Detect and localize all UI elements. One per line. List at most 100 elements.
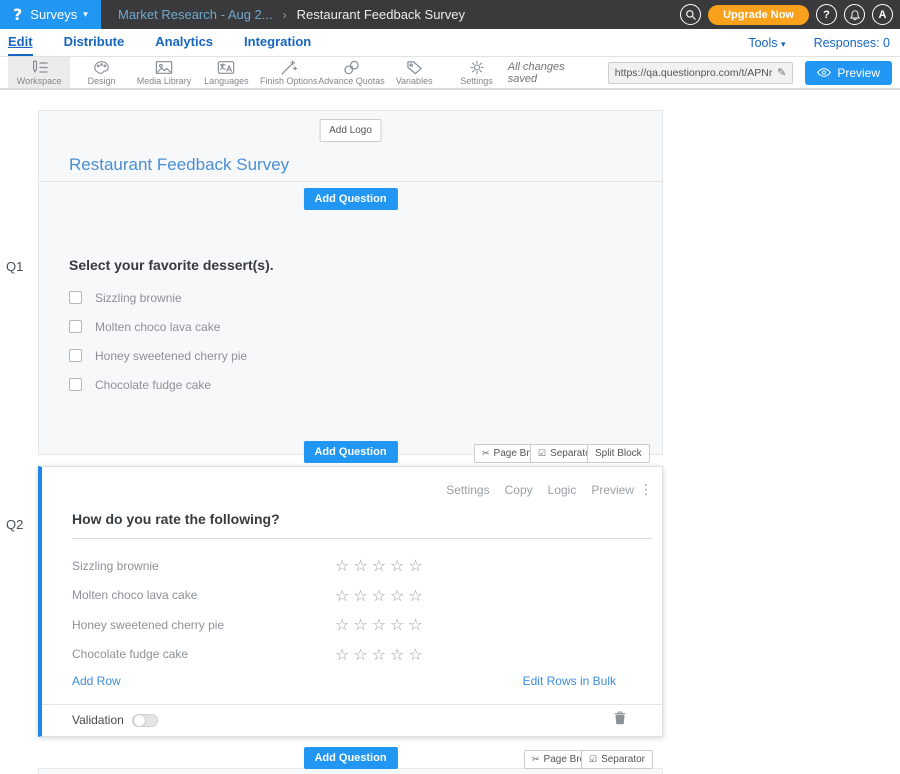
notifications-button[interactable] <box>844 4 865 25</box>
star-rating[interactable]: ☆☆☆☆☆ <box>335 645 427 664</box>
add-row-link[interactable]: Add Row <box>72 674 121 688</box>
chain-links-icon <box>343 60 360 75</box>
workspace-icon <box>30 60 48 75</box>
q1-options: Sizzling brownie Molten choco lava cake … <box>69 283 247 399</box>
help-button[interactable]: ? <box>816 4 837 25</box>
q2-matrix-rows: Sizzling brownie ☆☆☆☆☆ Molten choco lava… <box>72 551 652 669</box>
breadcrumb: Market Research - Aug 2... › Restaurant … <box>118 7 680 22</box>
checkbox[interactable] <box>69 320 82 333</box>
star-rating[interactable]: ☆☆☆☆☆ <box>335 615 427 634</box>
survey-title[interactable]: Restaurant Feedback Survey <box>69 155 289 175</box>
matrix-row: Molten choco lava cake ☆☆☆☆☆ <box>72 581 652 611</box>
q2-menu-item[interactable]: Logic <box>548 483 577 497</box>
divider <box>42 704 662 705</box>
insert-row-2: Add Question ✂Page Break ☑Separator <box>38 751 663 771</box>
row-label[interactable]: Honey sweetened cherry pie <box>72 618 335 632</box>
section-nav: Edit Distribute Analytics Integration To… <box>0 29 900 57</box>
question-number-q2: Q2 <box>6 517 23 532</box>
chevron-down-icon: ▾ <box>781 39 786 49</box>
toolbar-tab-advance-quotas[interactable]: Advance Quotas <box>320 57 383 88</box>
separator-button-2[interactable]: ☑Separator <box>581 750 653 769</box>
preview-button[interactable]: Preview <box>805 61 892 85</box>
validation-row: Validation <box>72 713 158 727</box>
checkbox-option[interactable]: Chocolate fudge cake <box>69 370 247 399</box>
survey-url-box: ✎ <box>608 62 794 84</box>
upgrade-now-button[interactable]: Upgrade Now <box>708 5 809 25</box>
q2-menu-item[interactable]: Copy <box>505 483 533 497</box>
toolbar-right: All changes saved ✎ Preview <box>508 57 900 88</box>
separator-icon: ☑ <box>589 754 597 765</box>
q1-question-text[interactable]: Select your favorite dessert(s). <box>69 257 274 273</box>
option-label: Sizzling brownie <box>95 291 182 305</box>
q2-menu-item[interactable]: Preview <box>591 483 634 497</box>
toolbar-tab-workspace[interactable]: Workspace <box>8 57 70 88</box>
survey-header-block: Add Logo Restaurant Feedback Survey Add … <box>38 110 663 455</box>
checkbox-option[interactable]: Molten choco lava cake <box>69 312 247 341</box>
checkbox[interactable] <box>69 349 82 362</box>
validation-label: Validation <box>72 713 124 727</box>
add-question-button-bottom[interactable]: Add Question <box>303 747 397 769</box>
validation-toggle[interactable] <box>132 714 158 727</box>
row-label[interactable]: Sizzling brownie <box>72 559 335 573</box>
edit-url-icon[interactable]: ✎ <box>777 66 786 79</box>
tab-analytics[interactable]: Analytics <box>155 29 213 56</box>
checkbox[interactable] <box>69 291 82 304</box>
separator-icon: ☑ <box>538 448 546 459</box>
checkbox-option[interactable]: Honey sweetened cherry pie <box>69 341 247 370</box>
matrix-row: Sizzling brownie ☆☆☆☆☆ <box>72 551 652 581</box>
q2-question-block[interactable]: Settings Copy Logic Preview ⋮ How do you ra… <box>38 466 663 737</box>
add-logo-button[interactable]: Add Logo <box>319 119 382 142</box>
tab-integration[interactable]: Integration <box>244 29 311 56</box>
eye-icon <box>817 67 831 78</box>
survey-url-input[interactable] <box>615 67 773 79</box>
more-options-icon[interactable]: ⋮ <box>639 481 653 498</box>
toolbar-tab-variables[interactable]: Variables <box>383 57 445 88</box>
account-avatar[interactable]: A <box>872 4 893 25</box>
image-icon <box>155 60 173 75</box>
option-label: Honey sweetened cherry pie <box>95 349 247 363</box>
palette-icon <box>93 60 110 75</box>
question-number-q1: Q1 <box>6 259 23 274</box>
tools-menu[interactable]: Tools ▾ <box>748 36 785 50</box>
translate-icon <box>217 60 235 75</box>
trash-icon <box>614 711 626 725</box>
row-label[interactable]: Molten choco lava cake <box>72 588 335 602</box>
search-button[interactable] <box>680 4 701 25</box>
product-label: Surveys <box>30 7 77 22</box>
breadcrumb-folder[interactable]: Market Research - Aug 2... <box>118 7 273 22</box>
page-break-icon: ✂ <box>532 754 540 765</box>
tab-distribute[interactable]: Distribute <box>64 29 125 56</box>
nav-right: Tools ▾ Responses: 0 <box>748 36 890 50</box>
checkbox[interactable] <box>69 378 82 391</box>
app-header: ? Surveys ▾ Market Research - Aug 2... ›… <box>0 0 900 29</box>
tab-edit[interactable]: Edit <box>8 29 33 56</box>
breadcrumb-survey-name: Restaurant Feedback Survey <box>297 7 465 22</box>
toolbar-tab-finish-options[interactable]: Finish Options <box>258 57 320 88</box>
q2-menu-item[interactable]: Settings <box>446 483 489 497</box>
nav-tabs: Edit Distribute Analytics Integration <box>8 29 311 56</box>
checkbox-option[interactable]: Sizzling brownie <box>69 283 247 312</box>
delete-question-button[interactable] <box>614 711 626 730</box>
toolbar-tab-languages[interactable]: Languages <box>195 57 257 88</box>
gear-icon <box>469 60 485 75</box>
magic-wand-icon <box>280 60 297 75</box>
matrix-row: Chocolate fudge cake ☆☆☆☆☆ <box>72 640 652 670</box>
toolbar-tab-settings[interactable]: Settings <box>445 57 507 88</box>
q2-question-text[interactable]: How do you rate the following? <box>72 511 652 539</box>
add-question-button-top[interactable]: Add Question <box>303 188 397 210</box>
tag-icon <box>406 60 423 75</box>
add-question-button-mid[interactable]: Add Question <box>303 441 397 463</box>
star-rating[interactable]: ☆☆☆☆☆ <box>335 586 427 605</box>
toolbar-tab-media-library[interactable]: Media Library <box>133 57 195 88</box>
row-label[interactable]: Chocolate fudge cake <box>72 647 335 661</box>
responses-count[interactable]: Responses: 0 <box>814 36 890 50</box>
questionpro-logo-icon: ? <box>13 5 22 24</box>
breadcrumb-separator-icon: › <box>283 8 287 22</box>
star-rating[interactable]: ☆☆☆☆☆ <box>335 556 427 575</box>
option-label: Chocolate fudge cake <box>95 378 211 392</box>
edit-rows-in-bulk-link[interactable]: Edit Rows in Bulk <box>523 674 616 688</box>
surveys-menu[interactable]: ? Surveys ▾ <box>0 0 101 29</box>
autosave-status: All changes saved <box>508 61 596 85</box>
split-block-button[interactable]: Split Block <box>587 444 650 463</box>
toolbar-tab-design[interactable]: Design <box>70 57 132 88</box>
